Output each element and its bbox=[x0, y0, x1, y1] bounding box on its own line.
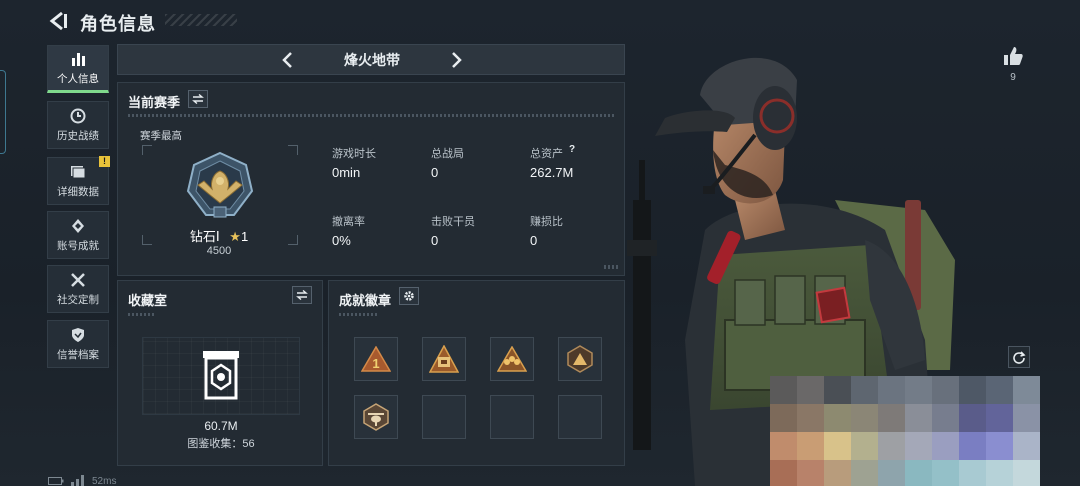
thumbs-up-icon[interactable] bbox=[1002, 45, 1024, 67]
stat-value-matches: 0 bbox=[431, 165, 439, 180]
map-name: 烽火地带 bbox=[344, 52, 400, 68]
battery-icon bbox=[48, 477, 64, 485]
star-icon: ★ bbox=[229, 229, 241, 244]
stat-label-total-assets: 总资产 bbox=[530, 148, 563, 160]
title-decoration bbox=[165, 14, 237, 26]
stat-label-profit-ratio: 赚损比 bbox=[530, 216, 563, 228]
achievement-badge[interactable]: 1 bbox=[354, 337, 398, 381]
empty-badge-slot[interactable] bbox=[490, 395, 534, 439]
sidebar-item-history[interactable]: 历史战绩 bbox=[47, 101, 109, 149]
stat-label-matches: 总战局 bbox=[431, 148, 464, 160]
sidebar-item-achievements[interactable]: 账号成就 bbox=[47, 211, 109, 259]
divider bbox=[128, 313, 156, 316]
achievement-badge[interactable] bbox=[558, 337, 602, 381]
catalog-count: 图鉴收集：56 bbox=[187, 438, 255, 450]
svg-text:1: 1 bbox=[372, 356, 379, 371]
rotate-icon bbox=[1013, 351, 1026, 364]
achievements-panel: 成就徽章 1 bbox=[328, 280, 625, 466]
map-selector: 烽火地带 bbox=[117, 44, 625, 75]
sidebar-item-personal-info[interactable]: 个人信息 bbox=[47, 45, 109, 93]
season-title: 当前赛季 bbox=[128, 95, 181, 110]
season-best-label: 赛季最高 bbox=[140, 130, 182, 142]
sidebar-item-social[interactable]: 社交定制 bbox=[47, 265, 109, 313]
stat-value-total-assets: 262.7M bbox=[530, 165, 574, 180]
clock-icon bbox=[69, 108, 87, 124]
back-arrow-icon[interactable] bbox=[46, 9, 70, 33]
sidebar-item-label: 社交定制 bbox=[57, 293, 99, 306]
sidebar-item-reputation[interactable]: 信誉档案 bbox=[47, 320, 109, 368]
document-icon bbox=[69, 164, 87, 180]
achievement-icon bbox=[69, 218, 87, 234]
diamond-rank-emblem-icon bbox=[186, 151, 254, 218]
panel-decoration bbox=[604, 265, 620, 269]
achievement-badge[interactable] bbox=[354, 395, 398, 439]
switch-season-button[interactable] bbox=[188, 90, 208, 108]
gear-icon bbox=[404, 291, 414, 301]
notification-badge: ! bbox=[99, 156, 110, 167]
sidebar-item-details[interactable]: 详细数据 ! bbox=[47, 156, 110, 205]
stat-value-kills: 0 bbox=[431, 233, 439, 248]
chevron-right-icon[interactable] bbox=[448, 51, 464, 69]
help-icon[interactable]: ? bbox=[569, 144, 575, 155]
like-count: 9 bbox=[1010, 72, 1016, 83]
tools-icon bbox=[69, 272, 87, 288]
vault-icon bbox=[203, 351, 239, 400]
swap-icon bbox=[296, 290, 308, 300]
achievement-badge[interactable] bbox=[422, 337, 466, 381]
stat-label-extraction-rate: 撤离率 bbox=[332, 216, 365, 228]
bar-chart-icon bbox=[69, 51, 87, 67]
sidebar-item-label: 个人信息 bbox=[57, 72, 99, 85]
sidebar-item-label: 信誉档案 bbox=[57, 348, 99, 361]
achievement-badge[interactable] bbox=[490, 337, 534, 381]
vault-badge-icon bbox=[429, 345, 459, 373]
switch-collection-button[interactable] bbox=[292, 286, 312, 304]
season-panel: 当前赛季 赛季最高 钻石Ⅰ ★1 4500 游戏时长 0min 总战局 0 总资… bbox=[117, 82, 625, 276]
sidebar-item-label: 详细数据 bbox=[57, 185, 99, 198]
squad-badge-icon bbox=[497, 346, 527, 372]
empty-badge-slot[interactable] bbox=[558, 395, 602, 439]
triangle-badge-icon bbox=[567, 345, 593, 373]
shield-icon bbox=[69, 327, 87, 343]
pixelated-overlay bbox=[770, 376, 1040, 486]
frame-corner bbox=[288, 145, 298, 155]
collection-value: 60.7M bbox=[204, 419, 238, 433]
stat-value-extraction-rate: 0% bbox=[332, 233, 351, 248]
rotate-view-button[interactable] bbox=[1008, 346, 1030, 368]
stat-label-kills: 击败干员 bbox=[431, 216, 475, 228]
rank-name: 钻石Ⅰ bbox=[189, 229, 220, 244]
stat-label-playtime: 游戏时长 bbox=[332, 148, 376, 160]
divider bbox=[339, 313, 377, 316]
page-title: 角色信息 bbox=[80, 14, 156, 34]
rank-score: 4500 bbox=[206, 245, 232, 257]
swap-icon bbox=[192, 94, 204, 104]
achievement-settings-button[interactable] bbox=[399, 287, 419, 305]
helicopter-badge-icon bbox=[363, 403, 389, 431]
frame-corner bbox=[142, 145, 152, 155]
rank-stars: 1 bbox=[240, 229, 249, 244]
sidebar-item-label: 账号成就 bbox=[57, 239, 99, 252]
rank-display: 钻石Ⅰ ★1 bbox=[164, 226, 274, 245]
divider bbox=[128, 114, 616, 117]
chevron-left-icon[interactable] bbox=[280, 51, 296, 69]
collection-title: 收藏室 bbox=[128, 293, 168, 308]
rank-1-badge-icon: 1 bbox=[361, 346, 391, 372]
achievements-title: 成就徽章 bbox=[339, 293, 392, 308]
empty-badge-slot[interactable] bbox=[422, 395, 466, 439]
frame-corner bbox=[288, 235, 298, 245]
ping-display: 52ms bbox=[92, 476, 117, 486]
stat-value-playtime: 0min bbox=[332, 165, 361, 180]
collection-panel[interactable]: 收藏室 60.7M 图鉴收集：56 bbox=[117, 280, 323, 466]
edge-tab[interactable] bbox=[0, 70, 6, 154]
stat-value-profit-ratio: 0 bbox=[530, 233, 538, 248]
sidebar-item-label: 历史战绩 bbox=[57, 129, 99, 142]
frame-corner bbox=[142, 235, 152, 245]
signal-icon bbox=[71, 475, 84, 486]
